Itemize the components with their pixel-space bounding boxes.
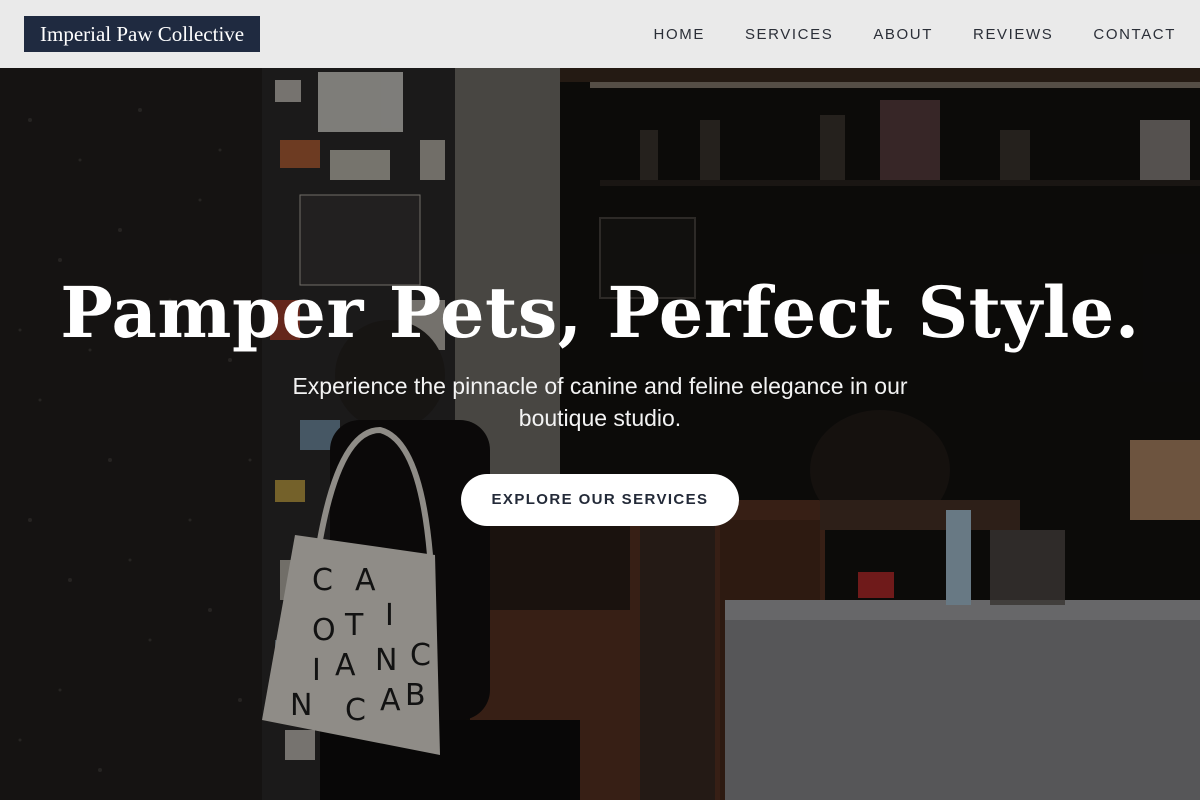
main-nav: HOME SERVICES ABOUT REVIEWS CONTACT [614,26,1176,43]
hero-subtitle: Experience the pinnacle of canine and fe… [292,373,908,431]
hero-title: Pamper Pets, Perfect Style. [60,271,1140,354]
hero-content: Pamper Pets, Perfect Style. Experience t… [0,0,1200,800]
site-logo[interactable]: Imperial Paw Collective [24,16,261,52]
nav-link-services[interactable]: SERVICES [745,26,833,43]
nav-link-about[interactable]: ABOUT [873,26,933,43]
nav-link-contact[interactable]: CONTACT [1093,26,1176,43]
nav-link-reviews[interactable]: REVIEWS [973,26,1053,43]
site-header: Imperial Paw Collective HOME SERVICES AB… [0,0,1200,68]
nav-link-home[interactable]: HOME [654,26,705,43]
explore-services-button[interactable]: EXPLORE OUR SERVICES [461,474,739,526]
